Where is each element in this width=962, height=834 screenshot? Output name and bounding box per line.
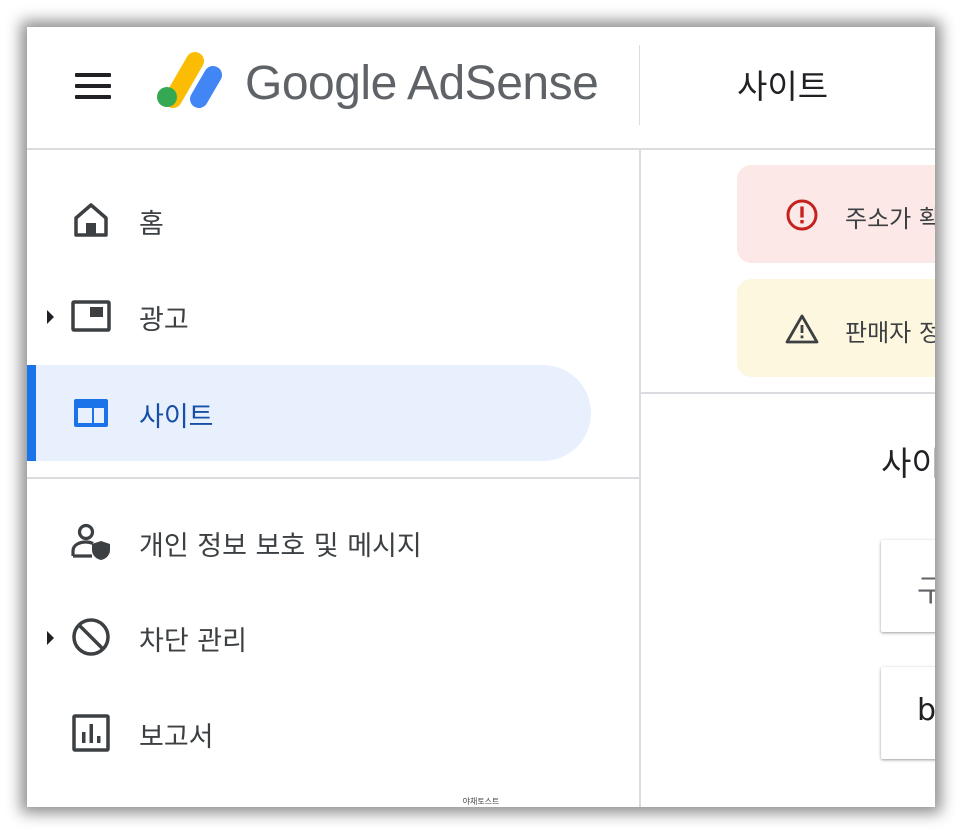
sidebar-item-home[interactable]: 홈: [27, 172, 591, 268]
home-icon: [74, 203, 108, 237]
sidebar-item-label: 보고서: [139, 722, 214, 753]
privacy-icon: [71, 523, 110, 560]
sidebar-item-privacy-messaging[interactable]: 개인 정보 보호 및 메시지: [27, 494, 591, 590]
sidebar-item-reports[interactable]: 보고서: [27, 685, 591, 781]
watermark-text: 야채토스트: [462, 797, 500, 806]
expand-caret-icon[interactable]: [47, 310, 54, 324]
sidebar-item-ads[interactable]: 광고: [27, 268, 591, 364]
alert-text: 판매자 정: [845, 319, 935, 347]
section-title: 사이: [881, 444, 935, 483]
site-card[interactable]: b: [881, 667, 935, 759]
block-icon: [72, 618, 110, 656]
error-alert-banner[interactable]: 주소가 확: [737, 165, 935, 263]
app-window: Google AdSense 사이트 홈 광고 사이트 개인 정보 보호 및 메…: [27, 27, 935, 807]
sidebar-item-label: 개인 정보 보호 및 메시지: [139, 531, 422, 562]
sidebar-item-label: 홈: [139, 209, 164, 240]
card-text: b: [917, 693, 935, 728]
sidebar-item-blocking-controls[interactable]: 차단 관리: [27, 589, 591, 685]
main-content: 주소가 확 판매자 정 사이 구 b: [641, 150, 935, 807]
site-card[interactable]: 구: [881, 540, 935, 632]
top-app-bar: Google AdSense 사이트: [27, 27, 935, 150]
sites-icon: [74, 399, 108, 427]
card-text: 구: [917, 574, 935, 609]
adsense-logo-icon: [157, 52, 222, 108]
ads-icon: [71, 300, 111, 332]
page-title: 사이트: [737, 67, 829, 106]
content-divider: [641, 392, 935, 394]
header-divider: [639, 45, 640, 125]
hamburger-icon-bar: [75, 95, 111, 99]
reports-icon: [72, 714, 110, 752]
hamburger-icon-bar: [75, 84, 111, 88]
sidebar-item-label: 광고: [139, 305, 189, 336]
sidebar-item-label: 차단 관리: [139, 626, 247, 657]
warning-alert-banner[interactable]: 판매자 정: [737, 279, 935, 377]
expand-caret-icon[interactable]: [47, 631, 54, 645]
sidebar-item-sites[interactable]: 사이트: [27, 365, 591, 461]
alert-text: 주소가 확: [845, 205, 935, 233]
error-icon: [786, 199, 818, 231]
active-indicator: [27, 365, 36, 461]
warning-icon: [785, 314, 819, 344]
hamburger-icon-bar: [75, 73, 111, 77]
sidebar-divider: [27, 477, 639, 479]
sidebar-nav: 홈 광고 사이트 개인 정보 보호 및 메시지 차단 관리 보고서: [27, 150, 641, 807]
sidebar-item-label: 사이트: [139, 402, 214, 433]
main-menu-button[interactable]: [71, 71, 115, 103]
brand-logo-text[interactable]: Google AdSense: [245, 56, 599, 111]
